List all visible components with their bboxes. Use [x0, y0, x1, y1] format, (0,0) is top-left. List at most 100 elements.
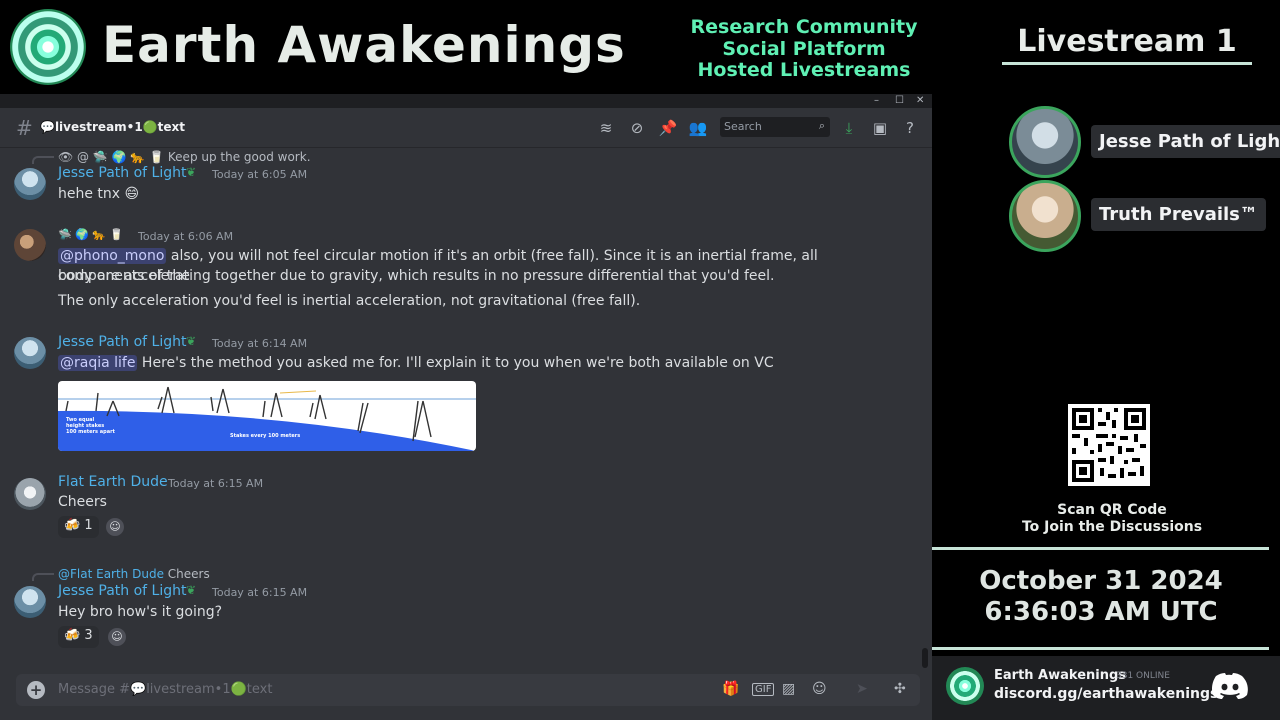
- emoji-icon[interactable]: ☺: [812, 681, 827, 697]
- curvature-diagram: [58, 386, 476, 451]
- reply-connector: [32, 573, 54, 581]
- qr-code-icon: [1068, 404, 1150, 486]
- invite-link: discord.gg/earthawakenings: [994, 686, 1219, 702]
- reply-emoji-name: 👁 @ 🛸 🌍 🐆 🥛: [58, 150, 165, 164]
- channel-name: 💬livestream•1🟢text: [40, 120, 185, 134]
- timestamp: Today at 6:15 AM: [168, 477, 264, 490]
- qr-caption: Scan QR Code To Join the Discussions: [1021, 502, 1203, 535]
- members-icon[interactable]: 👥: [688, 118, 708, 138]
- message-composer[interactable]: + Message #💬livestream•1🟢text 🎁 GIF ▨ ☺ …: [16, 674, 920, 706]
- close-button[interactable]: ✕: [916, 95, 924, 106]
- discord-logo-icon: [1212, 673, 1248, 699]
- username[interactable]: Jesse Path of Light: [58, 165, 186, 181]
- message-text: @raqia life Here's the method you asked …: [58, 353, 898, 373]
- diagram-label-mid: Stakes every 100 meters: [230, 433, 301, 439]
- server-name: Earth Awakenings: [994, 668, 1127, 683]
- upload-plus-icon[interactable]: +: [27, 681, 45, 699]
- message-text: hehe tnx 😄: [58, 186, 140, 202]
- avatar[interactable]: [14, 229, 46, 261]
- send-icon[interactable]: ➤: [856, 681, 868, 697]
- taglines: Research Community Social Platform Hoste…: [676, 16, 932, 82]
- gift-icon[interactable]: 🎁: [722, 681, 739, 697]
- avatar[interactable]: [14, 478, 46, 510]
- online-count: 331 ONLINE: [1116, 671, 1170, 681]
- reply-mention: @Flat Earth Dude: [58, 567, 164, 581]
- username[interactable]: Jesse Path of Light: [58, 334, 186, 350]
- add-reaction-icon[interactable]: ☺: [106, 518, 124, 536]
- server-invite-card: Earth Awakenings 331 ONLINE discord.gg/e…: [932, 656, 1280, 720]
- mandala-logo-icon: [10, 9, 86, 85]
- search-icon: ⌕: [818, 119, 825, 132]
- avatar[interactable]: [14, 337, 46, 369]
- scrollbar[interactable]: [922, 648, 928, 668]
- server-icon: [946, 667, 984, 705]
- reply-preview[interactable]: 👁 @ 🛸 🌍 🐆 🥛 Keep up the good work.: [58, 150, 311, 164]
- timestamp: Today at 6:15 AM: [212, 586, 308, 599]
- discord-window: – ☐ ✕ # 💬livestream•1🟢text ≋ ⊘ 📌 👥 Searc…: [0, 94, 932, 720]
- diagram-label-left: Two equal height stakes 100 meters apart: [66, 417, 115, 435]
- avatar[interactable]: [14, 168, 46, 200]
- inbox-icon[interactable]: ▣: [870, 118, 890, 138]
- role-badge-icon: ❦: [186, 334, 197, 348]
- minimize-button[interactable]: –: [874, 95, 879, 106]
- role-badge-icon: ❦: [186, 165, 197, 179]
- reaction-pill[interactable]: 🍻 3: [58, 626, 99, 648]
- message-text: Hey bro how's it going?: [58, 604, 223, 620]
- participant-name: Truth Prevails™: [1091, 198, 1266, 231]
- user-mention[interactable]: @raqia life: [58, 355, 138, 371]
- participant-avatar: [1009, 106, 1081, 178]
- avatar[interactable]: [14, 586, 46, 618]
- reply-connector: [32, 156, 54, 164]
- apps-icon[interactable]: ✣: [894, 681, 906, 697]
- timestamp: Today at 6:14 AM: [212, 337, 308, 350]
- stream-sidebar: Livestream 1 Jesse Path of Light Truth P…: [932, 0, 1280, 720]
- brand-title: Earth Awakenings: [102, 16, 626, 74]
- pin-icon[interactable]: 📌: [658, 118, 678, 138]
- message-list: 👁 @ 🛸 🌍 🐆 🥛 Keep up the good work. Jesse…: [0, 148, 920, 708]
- title-underline: [1002, 62, 1252, 65]
- tagline-2: Social Platform: [722, 37, 886, 60]
- reaction-pill[interactable]: 🍻 1: [58, 516, 99, 538]
- help-icon[interactable]: ?: [900, 118, 920, 138]
- window-titlebar: – ☐ ✕: [0, 94, 932, 108]
- reaction-count: 3: [84, 628, 93, 643]
- search-input[interactable]: Search ⌕: [720, 117, 830, 137]
- add-reaction-icon[interactable]: ☺: [108, 628, 126, 646]
- message-input[interactable]: Message #💬livestream•1🟢text: [58, 682, 272, 697]
- message-text: Cheers: [58, 494, 107, 510]
- tagline-1: Research Community: [690, 16, 918, 38]
- gif-icon[interactable]: GIF: [752, 683, 775, 696]
- reply-text: Cheers: [167, 567, 210, 581]
- participant-name: Jesse Path of Light: [1091, 125, 1280, 158]
- reply-preview[interactable]: @Flat Earth Dude Cheers: [58, 567, 210, 581]
- username[interactable]: Flat Earth Dude: [58, 474, 168, 490]
- search-placeholder: Search: [724, 120, 762, 133]
- date-display: October 31 2024: [979, 566, 1223, 596]
- timestamp: Today at 6:05 AM: [212, 168, 308, 181]
- user-mention[interactable]: @phono_mono: [58, 248, 167, 264]
- maximize-button[interactable]: ☐: [895, 95, 904, 106]
- timestamp: Today at 6:06 AM: [138, 230, 234, 243]
- divider: [932, 547, 1269, 550]
- notification-bell-icon[interactable]: ⊘: [627, 118, 647, 138]
- role-badge-icon: ❦: [186, 583, 197, 597]
- message-line-2: body are accelerating together due to gr…: [58, 268, 775, 284]
- hash-icon: #: [16, 116, 33, 140]
- download-icon[interactable]: ⤓: [839, 118, 859, 138]
- threads-icon[interactable]: ≋: [596, 118, 616, 138]
- image-attachment[interactable]: Two equal height stakes 100 meters apart…: [58, 381, 476, 451]
- livestream-title: Livestream 1: [1017, 24, 1237, 59]
- reaction-count: 1: [84, 518, 93, 533]
- banner: Earth Awakenings Research Community Soci…: [0, 0, 932, 94]
- time-display: 6:36:03 AM UTC: [984, 597, 1218, 627]
- message-line-1: Here's the method you asked me for. I'll…: [141, 355, 774, 371]
- reaction-emoji: 🍻: [64, 518, 81, 533]
- channel-header: # 💬livestream•1🟢text ≋ ⊘ 📌 👥 Search ⌕ ⤓ …: [0, 108, 932, 148]
- participant-avatar: [1009, 180, 1081, 252]
- tagline-3: Hosted Livestreams: [697, 59, 911, 81]
- reply-text: Keep up the good work.: [167, 150, 311, 164]
- emoji-username[interactable]: 🛸 🌍 🐆 🥛: [58, 228, 123, 241]
- divider: [932, 647, 1269, 650]
- sticker-icon[interactable]: ▨: [782, 681, 795, 697]
- username[interactable]: Jesse Path of Light: [58, 583, 186, 599]
